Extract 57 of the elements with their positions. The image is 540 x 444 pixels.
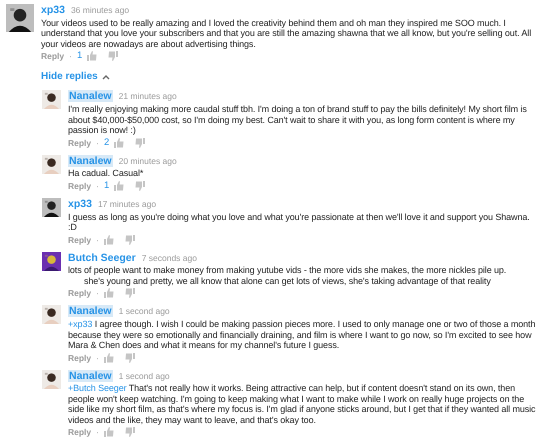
reply-button[interactable]: Reply	[68, 427, 92, 438]
timestamp: 7 seconds ago	[142, 252, 197, 264]
reply-button[interactable]: Reply	[68, 234, 92, 244]
thumbs-down-icon[interactable]	[125, 427, 135, 438]
separator: ·	[96, 427, 99, 438]
thumbs-down-icon[interactable]	[108, 51, 118, 62]
mention-link[interactable]: +xp33	[68, 319, 92, 329]
author-name[interactable]: Nanalew	[68, 305, 113, 318]
author-name[interactable]: xp33	[41, 4, 65, 16]
chevron-icon	[102, 74, 110, 80]
separator: ·	[96, 352, 99, 362]
comment-text: +Butch Seeger That's not really how it works. Being attractive can help, but if content doesn't stand on its own, then people won't keep watching. I'm going to keep making what I want to make while I work on really huge projects on the side like my short film, as that's where my focus is. I'm glad if anyone sticks around, but I get that if they wanted all music videos and the like, they may want to leave, and that's okay too.	[68, 383, 536, 426]
separator: ·	[69, 51, 72, 62]
reply-button[interactable]: Reply	[68, 138, 92, 148]
reply-button[interactable]: Reply	[41, 51, 64, 62]
thumbs-up-icon[interactable]	[114, 180, 124, 191]
author-name[interactable]: xp33	[68, 198, 92, 210]
separator: ·	[96, 288, 99, 298]
thumbs-up-icon[interactable]	[104, 234, 114, 244]
thumbs-down-icon[interactable]	[125, 288, 135, 298]
author-name[interactable]: Butch Seeger	[68, 252, 136, 264]
comment-text: +xp33 I agree though. I wish I could be making passion pieces more. I used to only manage one or two of those a month because they were so emotionally and financially draining, and film is where I want to go now, so I'm excited to see how Mara & Chen does and what it means for my channel's future I guess.	[68, 319, 536, 350]
like-count: 1	[104, 180, 110, 191]
thumbs-up-icon[interactable]	[104, 352, 114, 362]
thumbs-down-icon[interactable]	[125, 234, 135, 244]
comment-text: Your videos used to be really amazing and I loved the creativity behind them and oh man they inspired me SOO much. I understand that you love your subscribers and that you are still the amazing shawna that we all know, but you're selling out. All your videos are nowadays are about advertising things.	[41, 18, 532, 50]
timestamp: 36 minutes ago	[70, 4, 130, 17]
thumbs-up-icon[interactable]	[104, 288, 114, 298]
like-count: 2	[104, 138, 110, 148]
thumbs-up-icon[interactable]	[87, 51, 98, 62]
mention-link[interactable]: +Butch Seeger	[68, 383, 126, 394]
comment-text: lots of people want to make money from making yutube vids - the more vids she makes, the more nickles pile up.	[68, 265, 508, 276]
thumbs-up-icon[interactable]	[114, 138, 124, 148]
comment-text: I guess as long as you're doing what you love and what you're passionate at then we'll love it and support you Shawna. :D	[68, 212, 531, 232]
timestamp: 20 minutes ago	[118, 154, 177, 168]
separator: ·	[96, 234, 99, 244]
author-name[interactable]: Nanalew	[68, 90, 113, 102]
timestamp: 17 minutes ago	[98, 198, 156, 210]
thumbs-down-icon[interactable]	[135, 180, 146, 191]
comment-text: she's young and pretty, we all know that alone can get lots of views, she's taking advantage of that reality	[83, 276, 492, 286]
thumbs-down-icon[interactable]	[125, 352, 135, 362]
separator: ·	[96, 180, 99, 191]
timestamp: 1 second ago	[118, 370, 170, 382]
author-name[interactable]: Nanalew	[68, 154, 113, 166]
comment-text: Ha cadual. Casual*	[68, 168, 144, 179]
reply-button[interactable]: Reply	[68, 288, 92, 298]
thumbs-down-icon[interactable]	[135, 138, 146, 148]
timestamp: 21 minutes ago	[118, 90, 177, 103]
thumbs-up-icon[interactable]	[104, 427, 114, 438]
hide-replies-button[interactable]: Hide replies	[41, 69, 110, 84]
author-name[interactable]: Nanalew	[68, 370, 113, 382]
like-count: 1	[77, 51, 82, 62]
separator: ·	[96, 138, 99, 148]
reply-button[interactable]: Reply	[68, 352, 92, 362]
reply-button[interactable]: Reply	[68, 180, 92, 191]
comment-text: I'm really enjoying making more caudal stuff tbh. I'm doing a ton of brand stuff to pay the bills definitely! My short film is about $40,000-$50,000 cost, so I'm doing my best. Can't wait to share it with you, as long form content is where my passion is now! :)	[68, 104, 528, 136]
timestamp: 1 second ago	[118, 305, 170, 318]
